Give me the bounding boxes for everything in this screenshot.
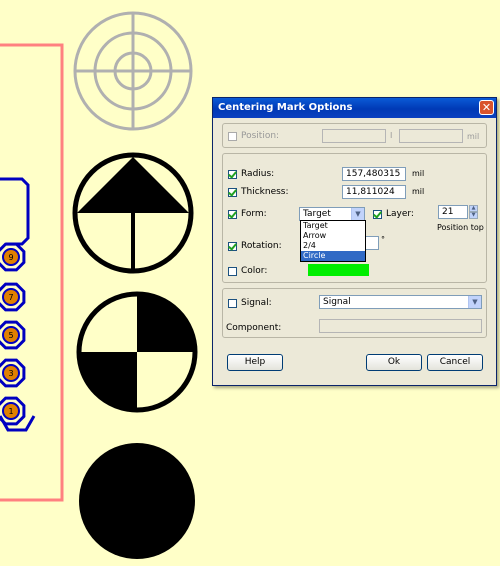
form-checkbox[interactable] [228, 209, 237, 219]
cancel-button[interactable]: Cancel [427, 354, 483, 371]
pad-number: 5 [8, 331, 13, 340]
centering-mark-circle [79, 443, 195, 559]
layer-spinner[interactable]: ▲ ▼ [469, 205, 478, 219]
layer-label: Layer: [386, 209, 414, 219]
help-button[interactable]: Help [227, 354, 283, 371]
signal-selected-value: Signal [323, 297, 351, 307]
position-unit: mil [467, 132, 480, 141]
position-x-field[interactable] [322, 129, 386, 143]
component-field[interactable] [319, 319, 482, 333]
signal-checkbox[interactable] [228, 298, 237, 308]
form-option-target[interactable]: Target [301, 221, 365, 231]
centering-mark-quarters [76, 291, 198, 413]
rotation-label: Rotation: [241, 241, 282, 251]
layer-field[interactable]: 21 [438, 205, 468, 219]
pad-number: 1 [8, 407, 13, 416]
close-icon[interactable]: ✕ [479, 100, 494, 115]
rotation-degree-symbol: ° [381, 235, 385, 244]
thickness-checkbox[interactable] [228, 187, 237, 197]
position-y-field[interactable] [399, 129, 463, 143]
form-dropdown-list: Target Arrow 2/4 Circle [300, 220, 366, 262]
dialog-titlebar[interactable]: Centering Mark Options ✕ [213, 98, 496, 118]
centering-mark-dialog: Centering Mark Options ✕ Position: I mil… [212, 97, 497, 386]
form-select[interactable]: Target ▼ [299, 207, 365, 221]
radius-field[interactable]: 157,480315 [342, 167, 406, 181]
pad-number: 3 [8, 369, 13, 378]
spin-down-icon[interactable]: ▼ [469, 212, 478, 219]
position-label: Position: [241, 131, 280, 141]
layer-position-caption: Position top [437, 223, 484, 232]
pad-number: 7 [8, 293, 13, 302]
centering-mark-target [73, 11, 193, 131]
radius-label: Radius: [241, 169, 275, 179]
layer-checkbox[interactable] [373, 209, 382, 219]
rotation-checkbox[interactable] [228, 241, 237, 251]
pad-number: 9 [8, 253, 13, 262]
centering-mark-arrow [72, 152, 194, 274]
component-label: Component: [226, 323, 282, 333]
board-outline [0, 43, 64, 502]
form-option-arrow[interactable]: Arrow [301, 231, 365, 241]
color-swatch[interactable] [308, 264, 369, 276]
color-checkbox[interactable] [228, 266, 237, 276]
form-label: Form: [241, 209, 267, 219]
color-label: Color: [241, 266, 268, 276]
rotation-field[interactable] [365, 236, 379, 250]
chevron-down-icon[interactable]: ▼ [351, 208, 364, 220]
thickness-field[interactable]: 11,811024 [342, 185, 406, 199]
radius-unit: mil [412, 169, 425, 178]
position-checkbox[interactable] [228, 131, 237, 141]
chevron-down-icon[interactable]: ▼ [468, 296, 481, 308]
position-separator: I [390, 131, 393, 140]
signal-label: Signal: [241, 298, 272, 308]
form-option-quarters[interactable]: 2/4 [301, 241, 365, 251]
thickness-unit: mil [412, 187, 425, 196]
form-option-circle[interactable]: Circle [301, 251, 365, 261]
ok-button[interactable]: Ok [366, 354, 422, 371]
radius-checkbox[interactable] [228, 169, 237, 179]
thickness-label: Thickness: [241, 187, 289, 197]
form-selected-value: Target [303, 209, 331, 219]
signal-select[interactable]: Signal ▼ [319, 295, 482, 309]
spin-up-icon[interactable]: ▲ [469, 205, 478, 212]
trace [0, 177, 30, 246]
dialog-title: Centering Mark Options [218, 102, 353, 113]
